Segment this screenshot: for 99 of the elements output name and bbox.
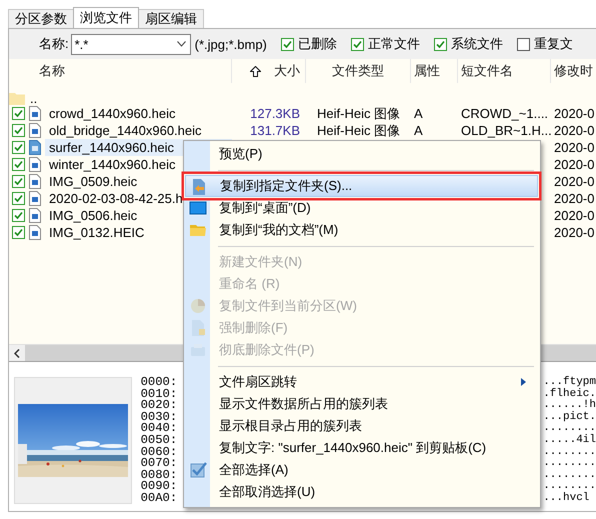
ascii-text: ........ [543,481,596,492]
checkmark-icon [189,461,207,479]
hex-offset: 0000: [140,377,178,389]
menu-item[interactable]: 全部选择(A) [185,459,538,481]
scroll-left-icon [14,348,20,358]
row-checkbox[interactable] [12,175,25,188]
hex-offset: 0080: [140,470,178,482]
table-cell-text: 2020-0 [553,140,596,155]
table-cell-text: CROWD_~1.... [460,106,550,121]
file-name[interactable]: winter_1440x960.heic [49,157,176,172]
column-header[interactable]: 短文件名 [458,59,551,83]
checkbox[interactable] [350,38,364,50]
image-file-icon [29,106,41,121]
file-name[interactable]: IMG_0132.HEIC [49,225,144,240]
table-cell-text: 131.7KB [249,123,301,138]
checkbox-label: 已删除 [298,35,337,53]
table-cell-text: 2020-0 [553,106,596,121]
table-cell-text: 2020-0 [553,174,596,189]
tab[interactable]: 浏览文件 [73,7,139,28]
menu-item[interactable]: 文件扇区跳转 [185,371,538,393]
ascii-text: ...pict. [543,412,596,424]
ascii-text: ........ [543,423,596,434]
column-header[interactable]: 大小 [274,62,300,80]
hex-offset: 00A0: [140,492,178,505]
file-name[interactable]: IMG_0506.heic [49,208,138,223]
file-name[interactable]: crowd_1440x960.heic [49,106,176,121]
checkbox[interactable] [280,38,294,50]
row-checkbox[interactable] [12,107,25,120]
column-header[interactable]: 名称 [9,59,232,83]
table-cell-text: OLD_BR~1.H... [460,123,551,138]
monitor-icon [189,199,207,217]
table-cell-text: 2020-0 [553,208,596,223]
hex-offset: 0050: [140,434,178,447]
table-cell-text: 2020-0 [553,123,596,138]
tab[interactable]: 扇区编辑 [138,9,204,28]
table-cell-text: 2020-0 [553,157,596,172]
table-cell-text: A [413,123,424,138]
ascii-text: ...hvcl [543,492,590,505]
folder-icon [9,91,25,105]
table-cell-text: 2020-0 [553,225,596,240]
checkbox[interactable] [434,38,447,50]
checkbox-label: 重复文 [534,35,573,53]
name-combo-box[interactable]: *.* [70,34,191,54]
row-checkbox[interactable] [12,141,25,154]
checkbox-label: 正常文件 [368,35,420,53]
file-icon [189,319,207,337]
table-cell-text: 127.3KB [249,106,301,121]
ascii-text: ........ [543,458,596,470]
menu-item[interactable]: 显示文件数据所占用的簇列表 [185,393,538,415]
row-checkbox[interactable] [12,226,25,239]
file-name[interactable]: IMG_0509.heic [49,174,138,189]
row-checkbox[interactable] [12,192,25,205]
pie-icon [189,297,207,315]
table-cell-text: A [413,106,424,121]
menu-item[interactable]: 显示根目录占用的簇列表 [185,415,538,437]
image-file-icon [29,123,41,138]
checkbox[interactable] [516,38,530,50]
image-file-icon [29,157,41,172]
table-cell-text: Heif-Heic 图像 [316,122,402,140]
ascii-text: .....4il [543,434,596,447]
hex-offset: 0060: [140,446,178,458]
image-file-icon [29,225,41,240]
row-checkbox[interactable] [12,124,25,137]
row-checkbox[interactable] [12,209,25,222]
image-file-icon [29,208,41,223]
ascii-text: ........ [543,446,596,458]
chevron-down-icon [176,41,186,47]
menu-item[interactable]: 复制文字: "surfer_1440x960.heic" 到剪贴板(C) [185,437,538,459]
ascii-text: ......!h [543,400,596,412]
hex-offset: 0090: [140,481,178,493]
tab[interactable]: 分区参数 [8,9,74,28]
image-file-icon [29,191,41,206]
file-name[interactable]: 2020-02-03-08-42-25.h [49,191,183,206]
parent-folder-entry[interactable]: .. [29,93,232,105]
menu-item[interactable]: 预览(P) [185,143,538,165]
hex-offset: 0070: [140,458,178,470]
table-cell-text: Heif-Heic 图像 [316,104,402,122]
checkbox-label: 系统文件 [450,35,503,53]
filter-hint: (*.jpg;*.bmp) [194,36,267,52]
ascii-text: ...ftypm [543,377,596,388]
menu-item[interactable]: 全部取消选择(U) [185,481,538,503]
row-checkbox[interactable] [12,158,25,171]
name-label: 名称: [39,35,69,53]
column-header[interactable]: 文件类型 [306,59,411,83]
menu-item[interactable]: 复制到“我的文档”(M) [185,219,538,241]
hex-offset: 0040: [140,423,178,435]
hex-offset: 0010: [140,388,178,400]
hex-offset: 0020: [140,400,178,412]
column-header[interactable]: 属性 [411,59,458,83]
column-header[interactable]: 修改时 [551,59,596,83]
copy-file-icon [190,178,208,196]
image-file-icon [29,140,41,155]
table-cell-text: 2020-0 [553,191,596,206]
ascii-text: ........ [543,470,596,482]
image-file-icon [29,174,41,189]
ascii-text: .flheic. [543,388,596,400]
file-name[interactable]: old_bridge_1440x960.heic [49,123,202,138]
menu-item[interactable]: 复制到“桌面”(D) [185,197,538,219]
hex-offset: 0030: [140,412,178,424]
